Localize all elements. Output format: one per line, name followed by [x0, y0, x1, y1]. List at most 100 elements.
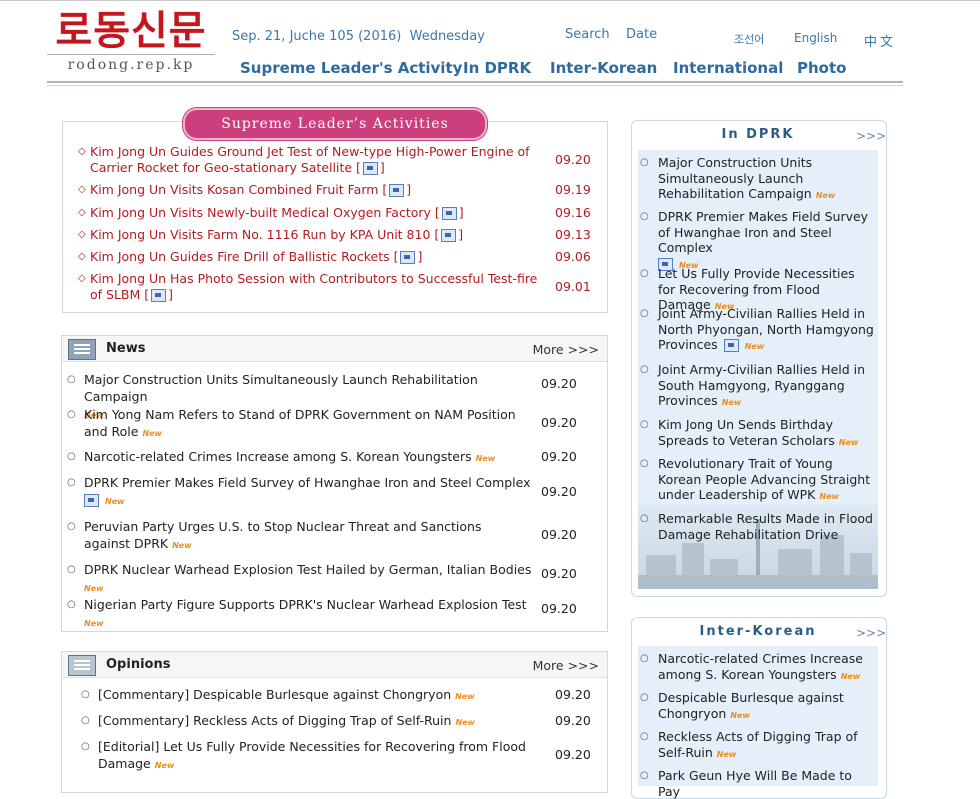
- news-item[interactable]: ○ DPRK Nuclear Warhead Explosion Test Ha…: [67, 561, 532, 597]
- date-link[interactable]: Date: [626, 27, 657, 42]
- in-dprk-item[interactable]: ○ Remarkable Results Made in Flood Damag…: [640, 511, 874, 542]
- inter-korean-item[interactable]: ○ Park Geun Hye Will Be Made to Pay: [640, 768, 874, 799]
- news-item[interactable]: ○ Nigerian Party Figure Supports DPRK's …: [67, 596, 532, 632]
- notepad-icon: [68, 655, 96, 676]
- diamond-bullet-icon: ◇: [78, 146, 86, 157]
- inter-korean-item[interactable]: ○ Reckless Acts of Digging Trap of Self-…: [640, 729, 874, 762]
- supreme-item[interactable]: ◇ Kim Jong Un Has Photo Session with Con…: [78, 271, 538, 303]
- new-badge: New: [172, 541, 192, 550]
- in-dprk-item-title: DPRK Premier Makes Field Survey of Hwang…: [658, 209, 869, 255]
- supreme-leader-title[interactable]: Supreme Leader’s Activities: [183, 108, 487, 140]
- inter-korean-item[interactable]: ○ Despicable Burlesque against Chongryon…: [640, 690, 874, 723]
- opinion-item[interactable]: ○ [Editorial] Let Us Fully Provide Neces…: [81, 738, 531, 774]
- supreme-item-date: 09.01: [555, 279, 591, 294]
- news-item-date: 09.20: [541, 484, 577, 499]
- inter-korean-title[interactable]: Inter-Korean: [631, 624, 885, 639]
- new-badge: New: [455, 718, 475, 727]
- news-item-title: Nigerian Party Figure Supports DPRK's Nu…: [84, 597, 527, 612]
- in-dprk-item[interactable]: ○ Major Construction Units Simultaneousl…: [640, 155, 874, 204]
- circle-bullet-icon: ○: [67, 521, 76, 532]
- in-dprk-item-title: Major Construction Units Simultaneously …: [658, 155, 813, 201]
- nav-inter-korean[interactable]: Inter-Korean: [550, 59, 657, 77]
- new-badge: New: [455, 692, 475, 701]
- lang-korean-link[interactable]: 조선어: [734, 31, 764, 47]
- nav-in-dprk[interactable]: In DPRK: [463, 59, 531, 77]
- supreme-item-date: 09.13: [555, 227, 591, 242]
- in-dprk-item-title: Remarkable Results Made in Flood Damage …: [658, 511, 873, 542]
- circle-bullet-icon: ○: [640, 692, 649, 703]
- new-badge: New: [105, 497, 125, 506]
- in-dprk-item-title: Joint Army-Civilian Rallies Held in Nort…: [658, 306, 874, 352]
- supreme-item[interactable]: ◇ Kim Jong Un Guides Fire Drill of Balli…: [78, 249, 538, 265]
- circle-bullet-icon: ○: [67, 564, 76, 575]
- supreme-item-title: Kim Jong Un Visits Kosan Combined Fruit …: [90, 182, 379, 197]
- logo-url: rodong.rep.kp: [67, 57, 195, 73]
- lang-chinese-link[interactable]: 中文: [864, 31, 896, 50]
- opinion-item-date: 09.20: [555, 713, 591, 728]
- inter-korean-more-link[interactable]: >>>: [856, 626, 970, 640]
- news-item[interactable]: ○ DPRK Premier Makes Field Survey of Hwa…: [67, 474, 532, 510]
- new-badge: New: [475, 454, 496, 463]
- news-item-date: 09.20: [541, 566, 577, 581]
- news-item[interactable]: ○ Narcotic-related Crimes Increase among…: [67, 448, 532, 467]
- circle-bullet-icon: ○: [640, 211, 649, 222]
- supreme-item[interactable]: ◇ Kim Jong Un Visits Farm No. 1116 Run b…: [78, 227, 538, 243]
- circle-bullet-icon: ○: [640, 458, 649, 469]
- in-dprk-item[interactable]: ○ Joint Army-Civilian Rallies Held in So…: [640, 362, 874, 411]
- site-logo[interactable]: 로동신문 rodong.rep.kp: [47, 8, 215, 73]
- nav-photo[interactable]: Photo: [797, 59, 846, 77]
- nav-international[interactable]: International: [673, 59, 783, 77]
- circle-bullet-icon: ○: [640, 268, 649, 279]
- in-dprk-item-title: Kim Jong Un Sends Birthday Spreads to Ve…: [658, 417, 835, 448]
- new-badge: New: [84, 584, 104, 593]
- new-badge: New: [744, 342, 765, 351]
- photo-icon: [441, 207, 457, 220]
- logo-korean: 로동신문: [55, 7, 207, 54]
- opinion-item-date: 09.20: [555, 687, 591, 702]
- nav-supreme-leader[interactable]: Supreme Leader's Activity: [240, 59, 462, 77]
- inter-korean-item[interactable]: ○ Narcotic-related Crimes Increase among…: [640, 651, 874, 684]
- news-item[interactable]: ○ Peruvian Party Urges U.S. to Stop Nucl…: [67, 518, 522, 554]
- circle-bullet-icon: ○: [67, 451, 76, 462]
- lang-english-link[interactable]: English: [794, 31, 837, 45]
- opinion-item[interactable]: ○ [Commentary] Despicable Burlesque agai…: [81, 686, 531, 705]
- news-item[interactable]: ○ Kim Yong Nam Refers to Stand of DPRK G…: [67, 406, 522, 442]
- circle-bullet-icon: ○: [640, 308, 649, 319]
- diamond-bullet-icon: ◇: [78, 207, 86, 218]
- opinion-item-title: [Commentary] Reckless Acts of Digging Tr…: [98, 713, 452, 728]
- opinion-item[interactable]: ○ [Commentary] Reckless Acts of Digging …: [81, 712, 531, 731]
- circle-bullet-icon: ○: [81, 741, 90, 752]
- header-divider: [47, 81, 903, 83]
- supreme-item[interactable]: ◇ Kim Jong Un Visits Newly-built Medical…: [78, 205, 538, 221]
- circle-bullet-icon: ○: [640, 731, 649, 742]
- in-dprk-more-link[interactable]: >>>: [856, 129, 970, 143]
- in-dprk-item[interactable]: ○ Revolutionary Trait of Young Korean Pe…: [640, 456, 880, 505]
- in-dprk-item[interactable]: ○ Joint Army-Civilian Rallies Held in No…: [640, 306, 874, 355]
- circle-bullet-icon: ○: [640, 513, 649, 524]
- news-item-date: 09.20: [541, 601, 577, 616]
- news-item-date: 09.20: [541, 449, 577, 464]
- header-divider-thin: [47, 85, 903, 86]
- supreme-item[interactable]: ◇ Kim Jong Un Guides Ground Jet Test of …: [78, 144, 538, 176]
- news-item-title: DPRK Nuclear Warhead Explosion Test Hail…: [84, 562, 532, 577]
- opinions-more-link[interactable]: More >>>: [533, 658, 599, 673]
- supreme-item-title: Kim Jong Un Guides Ground Jet Test of Ne…: [90, 144, 530, 175]
- inter-korean-item-title: Despicable Burlesque against Chongryon: [658, 690, 844, 721]
- search-link[interactable]: Search: [565, 27, 610, 42]
- new-badge: New: [815, 191, 836, 200]
- diamond-bullet-icon: ◇: [78, 251, 86, 262]
- supreme-item[interactable]: ◇ Kim Jong Un Visits Kosan Combined Frui…: [78, 182, 538, 198]
- current-date: Sep. 21, Juche 105 (2016) Wednesday: [232, 29, 485, 44]
- circle-bullet-icon: ○: [67, 409, 76, 420]
- in-dprk-item[interactable]: ○ DPRK Premier Makes Field Survey of Hwa…: [640, 209, 880, 273]
- circle-bullet-icon: ○: [81, 689, 90, 700]
- opinion-item-title: [Commentary] Despicable Burlesque agains…: [98, 687, 452, 702]
- new-badge: New: [840, 671, 861, 681]
- photo-icon: [151, 289, 167, 302]
- supreme-item-date: 09.19: [555, 182, 591, 197]
- in-dprk-item[interactable]: ○ Kim Jong Un Sends Birthday Spreads to …: [640, 417, 874, 450]
- in-dprk-title[interactable]: In DPRK: [631, 127, 885, 142]
- news-more-link[interactable]: More >>>: [533, 342, 599, 357]
- opinion-item-date: 09.20: [555, 747, 591, 762]
- news-item-title: Peruvian Party Urges U.S. to Stop Nuclea…: [84, 519, 482, 551]
